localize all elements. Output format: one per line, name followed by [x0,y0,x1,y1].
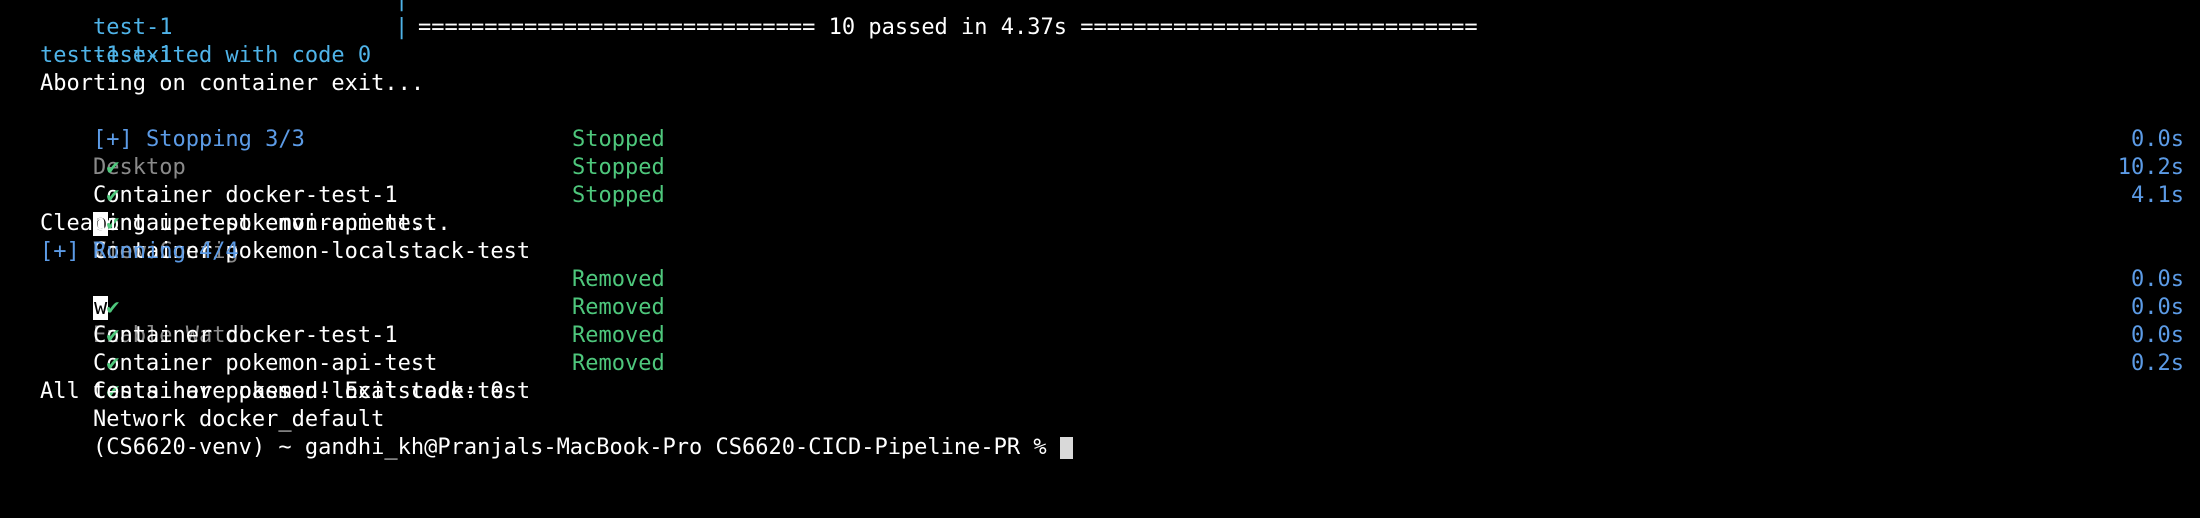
shell-prompt[interactable]: (CS6620-venv) ~ gandhi_kh@Pranjals-MacBo… [40,406,2184,460]
status-text: Removed [572,267,665,292]
duration-text: 10.2s [2117,155,2184,180]
cursor-icon [1059,437,1073,459]
status-text: Removed [572,323,665,348]
aborting-line: Aborting on container exit... [40,71,425,96]
prompt-text: (CS6620-venv) ~ gandhi_kh@Pranjals-MacBo… [92,435,1060,460]
status-text: Removed [572,295,665,320]
stopped-row: ✔ Container docker-test-1 Stopped 0.0s [40,126,2184,208]
status-text: Stopped [572,183,665,208]
log-separator: | [395,0,408,14]
removed-row: ✔ Container pokemon-api-test Removed 0.0… [40,294,2184,376]
status-text: Stopped [572,155,665,180]
running-header: [+] Running 4/4 [40,239,239,264]
stopped-row: ✔ Container pokemon-localstack-test Stop… [40,182,2184,264]
stopping-header: [+] Stopping 3/3 Desktop o View Config w… [40,98,2184,348]
log-line-test-1-partial: test-1 | [40,0,2184,40]
removed-row: ✔ Container pokemon-localstack-test Remo… [40,322,2184,404]
removed-row: ✔ Network docker_default Removed 0.2s [40,350,2184,432]
status-text: Stopped [572,127,665,152]
terminal-output[interactable]: test-1 | test-1 | ======================… [40,0,2184,460]
duration-text: 0.0s [2131,323,2184,348]
stopped-row: ✔ Container pokemon-api-test Stopped 10.… [40,154,2184,236]
duration-text: 0.0s [2131,127,2184,152]
cleanup-line: Cleaning up test environment... [40,211,451,236]
removed-row: ✔ Container docker-test-1 Removed 0.0s [40,266,2184,348]
duration-text: 0.2s [2131,351,2184,376]
final-result-line: All tests have passed! Exit code: 0 [40,379,504,404]
log-line-test-summary: test-1 | ============================== … [40,14,2184,68]
exit-code-line: test-1 exited with code 0 [40,43,372,68]
duration-text: 4.1s [2131,183,2184,208]
status-text: Removed [572,351,665,376]
pytest-summary: ============================== 10 passed… [418,15,1478,40]
duration-text: 0.0s [2131,267,2184,292]
log-separator: | [395,15,409,40]
duration-text: 0.0s [2131,295,2184,320]
